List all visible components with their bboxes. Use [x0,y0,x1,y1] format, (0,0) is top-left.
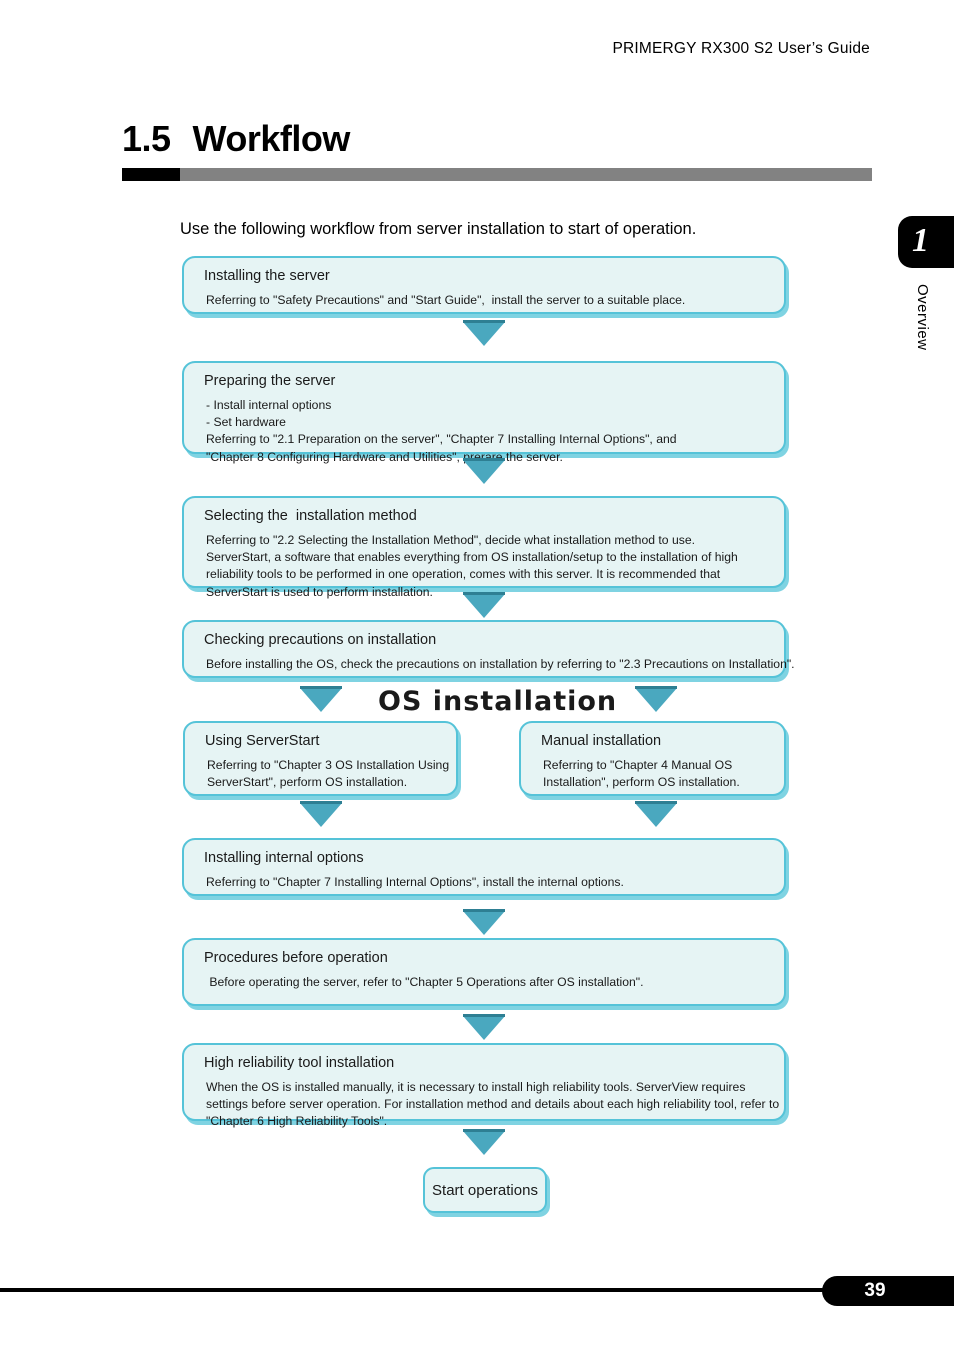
flow-node-body: Referring to "Chapter 4 Manual OS Instal… [541,757,770,792]
flow-node-checking-precautions-on-installation: Checking precautions on installation Bef… [182,620,795,678]
flow-node-body: Referring to "Chapter 3 OS Installation … [205,757,450,792]
flow-node-heading: High reliability tool installation [204,1055,395,1071]
flow-node-manual-installation: Manual installation Referring to "Chapte… [519,721,786,796]
flow-node-body-line: ServerStart, a software that enables eve… [206,549,738,564]
flow-arrow-8-cap [463,1129,505,1132]
flow-node-installing-internal-options: Installing internal options Referring to… [182,838,786,896]
flow-node-heading: Installing the server [204,268,330,284]
flow-node-installing-the-server: Installing the server Referring to "Safe… [182,256,786,314]
flow-arrow-3 [463,594,505,618]
flow-node-body: When the OS is installed manually, it is… [204,1079,780,1131]
flow-node-body: Referring to "2.2 Selecting the Installa… [204,532,770,601]
flow-node-start-operations: Start operations [423,1167,547,1213]
flow-node-heading: Selecting the installation method [204,508,417,524]
flow-arrow-7-cap [463,1014,505,1017]
flow-arrow-2 [463,460,505,484]
flow-arrow-1 [463,322,505,346]
os-installation-banner: OS installation [378,686,618,717]
flow-node-heading: Start operations [432,1181,538,1199]
flow-node-heading: Using ServerStart [205,733,320,749]
flow-node-selecting-the-installation-method: Selecting the installation method Referr… [182,496,786,599]
flow-node-body-line: Referring to "Chapter 4 Manual OS [543,757,733,772]
flow-arrow-8 [463,1131,505,1155]
flow-node-body: Referring to "Chapter 7 Installing Inter… [204,874,770,891]
flow-node-body-line: reliability tools to be performed in one… [206,567,721,582]
flow-arrow-1-cap [463,320,505,323]
flow-arrow-4-left [300,688,342,712]
flow-node-body-line: Installation", perform OS installation. [543,774,740,789]
flow-node-body: Before installing the OS, check the prec… [204,656,795,673]
flow-node-body-line: Referring to "2.2 Selecting the Installa… [206,532,695,547]
flow-arrow-4-left-cap [300,686,342,689]
flow-arrow-5-left-cap [300,801,342,804]
flow-node-body-line: Before operating the server, refer to "C… [206,974,644,989]
flow-arrow-6 [463,911,505,935]
page-number: 39 [864,1280,886,1301]
flow-node-heading: Procedures before operation [204,950,388,966]
flow-arrow-5-right-cap [635,801,677,804]
flow-node-heading: Installing internal options [204,850,364,866]
flow-node-procedures-before-operation: Procedures before operation Before opera… [182,938,786,1006]
flow-node-body: - Install internal options - Set hardwar… [204,397,770,466]
flow-arrow-4-right-cap [635,686,677,689]
flow-node-body-line: "Chapter 6 High Reliability Tools". [206,1114,388,1129]
flow-node-heading: Manual installation [541,733,662,749]
workflow-diagram: Installing the server Referring to "Safe… [0,0,954,1348]
flow-node-heading: Checking precautions on installation [204,632,437,648]
flow-arrow-5-right [635,803,677,827]
flow-node-body-line: settings before server operation. For in… [206,1096,780,1111]
flow-node-body-line: Referring to "Chapter 7 Installing Inter… [206,874,624,889]
flow-node-body-line: - Install internal options [206,397,332,412]
page-number-badge: 39 [822,1276,954,1306]
flow-node-heading: Preparing the server [204,373,336,389]
flow-node-body-line: ServerStart", perform OS installation. [207,774,408,789]
flow-arrow-5-left [300,803,342,827]
flow-node-body-line: - Set hardware [206,414,286,429]
flow-node-body-line: Referring to "Safety Precautions" and "S… [206,292,686,307]
flow-node-body-line: Before installing the OS, check the prec… [206,656,795,671]
flow-arrow-6-cap [463,909,505,912]
footer-rule [0,1288,954,1292]
flow-node-high-reliability-tool-installation: High reliability tool installation When … [182,1043,786,1128]
flow-node-body-line: Referring to "2.1 Preparation on the ser… [206,432,677,447]
flow-node-body-line: When the OS is installed manually, it is… [206,1079,746,1094]
flow-arrow-2-cap [463,458,505,461]
flow-node-preparing-the-server: Preparing the server - Install internal … [182,361,786,464]
flow-arrow-7 [463,1016,505,1040]
flow-node-body: Before operating the server, refer to "C… [204,974,770,991]
flow-node-using-serverstart: Using ServerStart Referring to "Chapter … [183,721,458,796]
flow-node-body-line: Referring to "Chapter 3 OS Installation … [207,757,450,772]
flow-node-body: Referring to "Safety Precautions" and "S… [204,292,770,309]
flow-arrow-3-cap [463,592,505,595]
flow-arrow-4-right [635,688,677,712]
